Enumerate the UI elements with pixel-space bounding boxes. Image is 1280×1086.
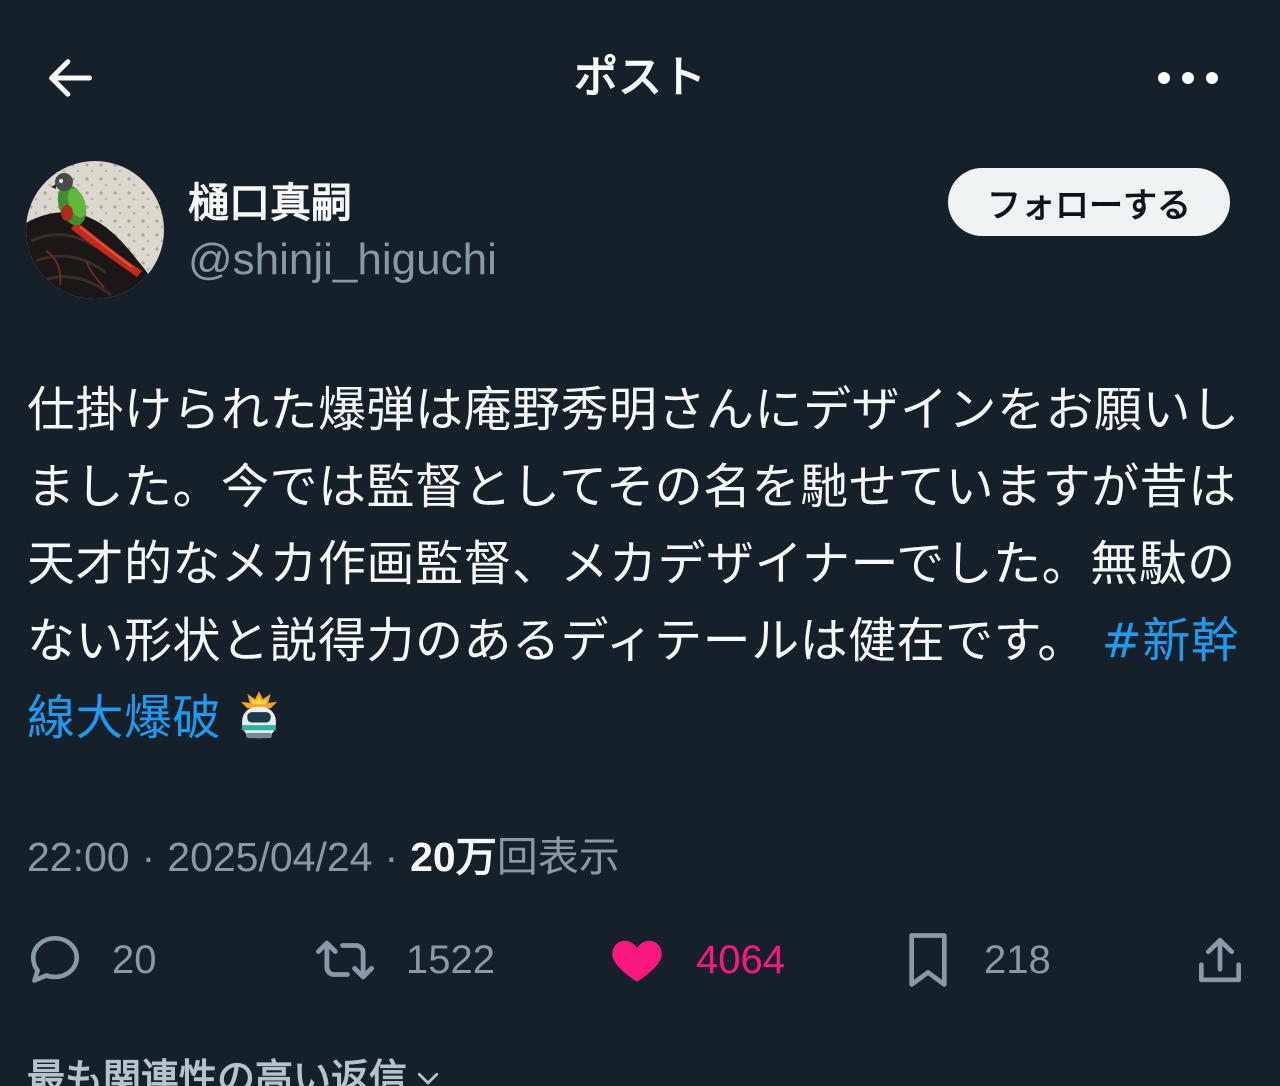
shinkansen-explosion-emoji <box>233 688 285 740</box>
bookmark-icon <box>909 933 947 987</box>
follow-button[interactable]: フォローする <box>948 168 1230 236</box>
page-title: ポスト <box>574 53 706 102</box>
author-name[interactable]: 樋口真嗣 <box>188 177 352 229</box>
bookmark-button[interactable]: 218 <box>900 928 1051 992</box>
post-date[interactable]: 2025/04/24 <box>167 834 372 880</box>
post-meta: 22:00 · 2025/04/24 · 20万回表示 <box>27 832 620 882</box>
more-horizontal-icon <box>1158 72 1218 84</box>
author-handle[interactable]: @shinji_higuchi <box>188 234 497 286</box>
avatar-parrot-photo <box>26 161 164 299</box>
replies-sort-container: 最も関連性の高い返信 <box>27 1055 627 1086</box>
heart-filled-icon <box>612 940 662 982</box>
repost-icon <box>315 940 374 980</box>
reply-button[interactable]: 20 <box>26 928 157 992</box>
share-button[interactable] <box>1192 928 1248 992</box>
more-options-button[interactable] <box>1156 56 1220 100</box>
reply-count: 20 <box>112 938 157 982</box>
meta-separator: · <box>384 834 399 880</box>
repost-count: 1522 <box>406 938 495 982</box>
views-label: 回表示 <box>496 834 620 880</box>
like-count: 4064 <box>696 938 785 982</box>
chevron-down-icon <box>417 1072 439 1085</box>
bookmark-count: 218 <box>984 938 1051 982</box>
post-text: 仕掛けられた爆弾は庵野秀明さんにデザインをお願いしました。今では監督としてその名… <box>27 372 1255 757</box>
replies-sort-button[interactable]: 最も関連性の高い返信 <box>27 1055 627 1086</box>
like-button[interactable]: 4064 <box>606 928 785 992</box>
meta-separator: · <box>141 834 156 880</box>
repost-button[interactable]: 1522 <box>312 928 495 992</box>
replies-sort-label: 最も関連性の高い返信 <box>27 1056 408 1086</box>
reply-icon <box>30 935 80 983</box>
views-count: 20万 <box>410 834 497 880</box>
avatar[interactable] <box>26 161 164 299</box>
share-icon <box>1199 937 1241 983</box>
post-time[interactable]: 22:00 <box>27 834 130 880</box>
post-body: 仕掛けられた爆弾は庵野秀明さんにデザインをお願いしました。今では監督としてその名… <box>27 382 1240 669</box>
